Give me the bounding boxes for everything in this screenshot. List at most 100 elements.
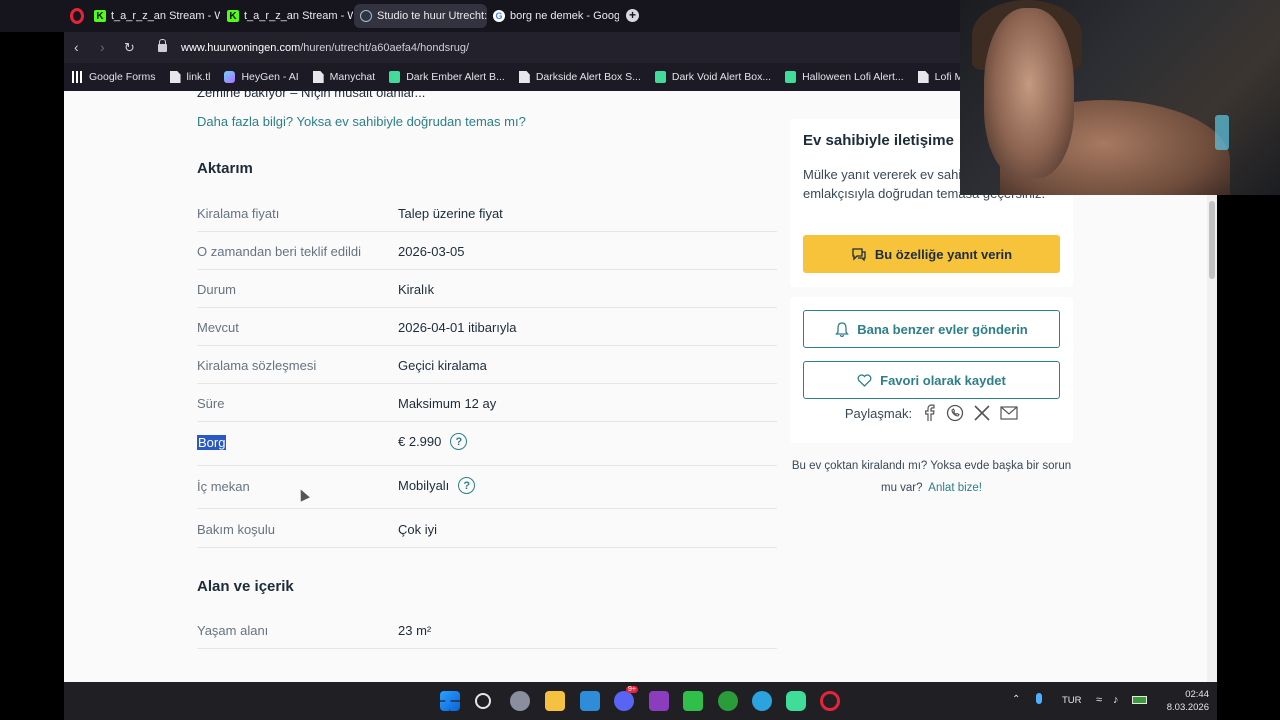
webcam-overlay [960,0,1280,195]
bookmark-label: link.tl [186,71,211,83]
similar-homes-button[interactable]: Bana benzer evler gönderin [803,310,1060,348]
whatsapp-icon[interactable] [946,404,964,422]
discord-icon[interactable]: 9+ [614,686,638,711]
xbox-icon[interactable] [718,691,738,711]
detail-row-interior: İç mekan Mobilyalı ? [197,466,777,509]
wifi-icon[interactable]: ≈ [1096,694,1102,706]
reload-icon[interactable]: ↻ [124,40,135,56]
speaker-icon[interactable]: ♪ [1113,694,1119,706]
windows-start-icon[interactable] [440,691,460,711]
back-icon[interactable]: ‹ [74,39,79,55]
heart-icon [857,373,872,387]
tell-us-link[interactable]: Anlat bize! [928,482,982,494]
help-icon[interactable]: ? [450,433,468,450]
detail-value-wrap: € 2.990 ? [398,433,468,450]
section-title-transfer: Aktarım [197,160,253,177]
telegram-icon[interactable] [752,691,772,711]
detail-value: 23 m² [398,623,432,638]
tab-stream-1[interactable]: K t_a_r_z_an Stream - Watch [88,4,220,28]
detail-value-wrap: Mobilyalı ? [398,477,476,494]
webcam-background-light [1215,115,1229,150]
detail-label: Kiralama sözleşmesi [197,358,317,373]
detail-row: O zamandan beri teklif edildi 2026-03-05 [197,232,777,270]
detail-value: 2026-04-01 itibarıyla [398,320,517,335]
facebook-icon[interactable] [922,404,936,422]
opera-icon[interactable] [820,691,840,711]
section-title-area: Alan ve içerik [197,578,294,595]
detail-row: Süre Maksimum 12 ay [197,384,777,422]
bookmark-dark-ember[interactable]: Dark Ember Alert B... [389,71,505,83]
detail-label: Bakım koşulu [197,522,276,537]
detail-value: Talep üzerine fiyat [398,206,503,221]
tab-google-search[interactable]: G borg ne demek - Google'd [487,4,619,28]
detail-value: € 2.990 [398,434,442,449]
photos-icon[interactable] [580,691,600,711]
search-icon[interactable] [475,693,491,709]
battery-icon[interactable] [1132,696,1147,704]
detail-row: Kiralama fiyatı Talep üzerine fiyat [197,193,777,232]
bell-icon [835,321,850,337]
scrollbar-thumb[interactable] [1209,201,1215,279]
bookmarks-bar: Google Forms link.tl HeyGen - AI Manycha… [64,63,960,91]
app-purple-icon[interactable] [649,691,669,711]
bookmark-label: Google Forms [89,71,156,83]
clock-date: 8.03.2026 [1166,702,1209,713]
bookmark-heygen[interactable]: HeyGen - AI [224,71,299,83]
bookmark-link-tl[interactable]: link.tl [169,71,211,83]
microphone-icon[interactable] [1036,693,1042,704]
similar-homes-label: Bana benzer evler gönderin [857,321,1028,337]
kick-icon: K [227,10,239,22]
detail-row: Kiralama sözleşmesi Geçici kiralama [197,346,777,384]
detail-value: Kiralık [398,282,435,297]
bookmark-halloween[interactable]: Halloween Lofi Alert... [785,71,904,83]
file-icon [169,71,181,83]
new-tab-button[interactable]: + [626,9,639,22]
url-path: /huren/utrecht/a60aefa4/hondsrug/ [300,41,470,54]
tab-label: t_a_r_z_an Stream - Watch [111,10,220,22]
app-green-icon[interactable] [683,691,703,711]
chevron-up-icon[interactable]: ⌃ [1012,694,1020,705]
detail-value: Geçici kiralama [398,358,487,373]
browser-tab-strip: K t_a_r_z_an Stream - Watch K t_a_r_z_an… [0,0,960,32]
detail-label: İç mekan [197,479,250,494]
apps-grid-icon [72,71,83,83]
detail-row: Bakım koşulu Çok iyi [197,509,777,548]
favorite-label: Favori olarak kaydet [880,372,1006,388]
favorite-button[interactable]: Favori olarak kaydet [803,361,1060,399]
opera-logo-icon[interactable] [70,8,84,24]
streamlabs-icon[interactable] [786,691,806,711]
webcam-person-face [984,8,1074,178]
contact-title: Ev sahibiyle iletişime [803,132,954,149]
forward-icon[interactable]: › [100,39,105,55]
respond-button[interactable]: Bu özelliğe yanıt verin [803,235,1060,273]
language-indicator[interactable]: TUR [1062,695,1082,706]
tab-studio-active[interactable]: Studio te huur Utrecht: Ho [354,4,487,28]
more-info-link[interactable]: Daha fazla bilgi? Yoksa ev sahibiyle doğ… [197,114,526,129]
tab-label: Studio te huur Utrecht: Ho [377,10,487,22]
bookmark-lofi[interactable]: Lofi Midnight Widg... [917,71,960,83]
tab-label: t_a_r_z_an Stream - Watch [244,10,353,22]
settings-gear-icon[interactable] [510,691,530,711]
respond-button-label: Bu özelliğe yanıt verin [874,246,1013,262]
detail-label: Kiralama fiyatı [197,206,280,221]
mail-icon[interactable] [1000,406,1018,420]
globe-icon [360,10,372,22]
file-explorer-icon[interactable] [545,691,565,711]
bookmark-manychat[interactable]: Manychat [312,71,375,83]
url-field[interactable]: www.huurwoningen.com/huren/utrecht/a60ae… [158,36,910,59]
x-twitter-icon[interactable] [974,405,990,421]
kick-icon: K [94,10,106,22]
bookmark-darkside[interactable]: Darkside Alert Box S... [518,71,641,83]
detail-value: Çok iyi [398,522,438,537]
detail-label: Süre [197,396,225,411]
taskbar: 9+ ⌃ TUR ≈ ♪ 02:44 8.03.2026 [64,682,1217,720]
bookmark-dark-void[interactable]: Dark Void Alert Box... [654,71,771,83]
detail-row: Durum Kiralık [197,270,777,308]
clock[interactable]: 02:44 8.03.2026 [1157,688,1209,714]
detail-row: Mevcut 2026-04-01 itibarıyla [197,308,777,346]
detail-row: Yaşam alanı 23 m² [197,611,777,649]
bookmark-google-forms[interactable]: Google Forms [72,71,156,83]
help-icon[interactable]: ? [458,477,476,494]
bookmark-label: Lofi Midnight Widg... [934,71,960,83]
tab-stream-2[interactable]: K t_a_r_z_an Stream - Watch [221,4,353,28]
